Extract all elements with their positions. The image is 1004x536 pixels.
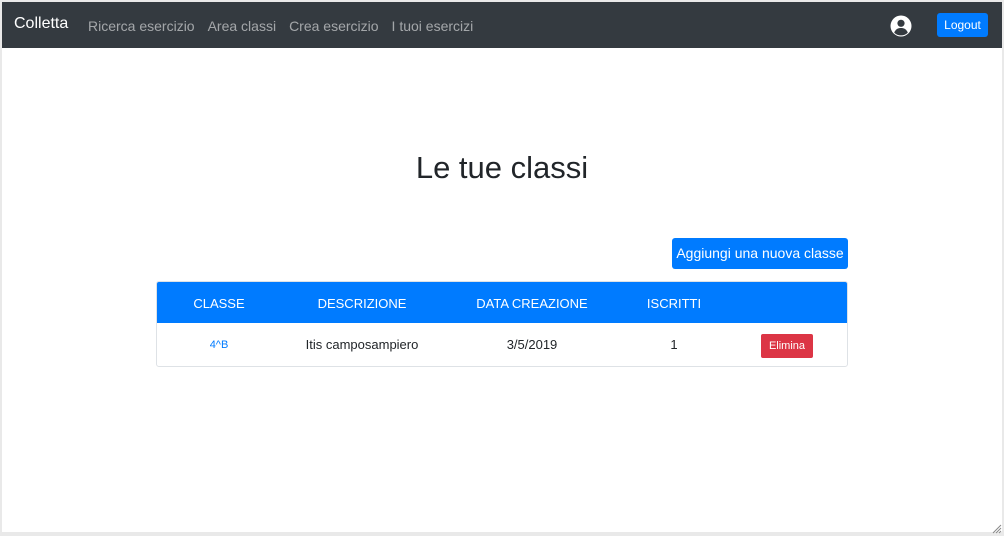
page-title: Le tue classi <box>415 150 589 185</box>
user-circle-icon[interactable] <box>890 15 912 37</box>
cell-descrizione: Itis camposampiero <box>305 337 419 352</box>
nav-links: Ricerca esercizio Area classi Crea eserc… <box>88 18 473 34</box>
add-class-button[interactable]: Aggiungi una nuova classe <box>672 238 848 269</box>
column-header-data-creazione: DATA CREAZIONE <box>476 296 588 311</box>
column-header-iscritti: ISCRITTI <box>646 296 702 311</box>
cell-iscritti: 1 <box>670 337 678 352</box>
browser-window: Colletta Ricerca esercizio Area classi C… <box>2 2 1002 532</box>
column-header-descrizione: DESCRIZIONE <box>317 296 407 311</box>
nav-link-tuoi-esercizi[interactable]: I tuoi esercizi <box>392 18 474 34</box>
cell-data-creazione: 3/5/2019 <box>506 337 558 352</box>
classes-table: CLASSE DESCRIZIONE DATA CREAZIONE ISCRIT… <box>156 281 848 367</box>
nav-link-ricerca-esercizio[interactable]: Ricerca esercizio <box>88 18 195 34</box>
logout-button[interactable]: Logout <box>937 13 988 37</box>
navbar-brand[interactable]: Colletta <box>14 15 68 33</box>
top-navbar: Colletta Ricerca esercizio Area classi C… <box>2 2 1002 48</box>
column-header-classe: CLASSE <box>193 296 245 311</box>
class-link[interactable]: 4^B <box>184 339 254 351</box>
resize-grip-icon[interactable] <box>990 522 1002 534</box>
nav-link-area-classi[interactable]: Area classi <box>208 18 276 34</box>
delete-class-button[interactable]: Elimina <box>761 334 813 358</box>
table-header: CLASSE DESCRIZIONE DATA CREAZIONE ISCRIT… <box>157 282 847 323</box>
nav-link-crea-esercizio[interactable]: Crea esercizio <box>289 18 378 34</box>
